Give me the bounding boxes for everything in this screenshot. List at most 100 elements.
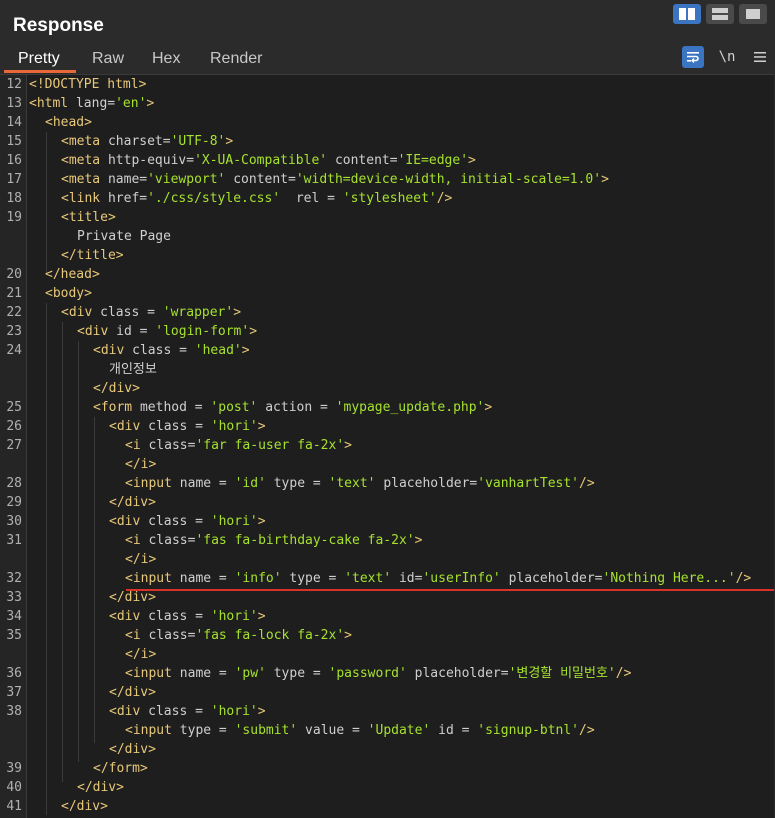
code-line: </i> — [0, 455, 774, 474]
code-line: 18 <link href='./css/style.css' rel = 'st… — [0, 189, 774, 208]
token-attr: method = — [139, 400, 211, 415]
response-header: Response Pretty Raw Hex Render \n — [0, 0, 775, 74]
word-wrap-icon[interactable] — [682, 46, 704, 68]
token-str: 'en' — [115, 96, 147, 111]
code-text: <i class='fas fa-birthday-cake fa-2x'> — [125, 531, 422, 550]
token-tag: /> — [579, 723, 595, 738]
line-number: 22 — [6, 305, 22, 320]
token-tag: <meta — [61, 134, 108, 149]
token-attr: class = — [132, 343, 195, 358]
token-attr: name = — [179, 476, 235, 491]
token-str: 'password' — [328, 666, 407, 681]
token-tag: </head> — [45, 267, 100, 282]
token-str: 'post' — [210, 400, 258, 415]
token-tag: <form — [93, 400, 140, 415]
line-number: 15 — [6, 134, 22, 149]
token-tag: > — [414, 533, 423, 548]
token-tag: </div> — [61, 799, 108, 814]
code-line: 34 <div class = 'hori'> — [0, 607, 774, 626]
token-attr: http-equiv= — [107, 153, 195, 168]
tab-render[interactable]: Render — [210, 48, 262, 72]
token-str: 'mypage_update.php' — [335, 400, 485, 415]
code-text: </head> — [45, 265, 100, 284]
tab-hex[interactable]: Hex — [152, 48, 180, 72]
line-number: 28 — [6, 476, 22, 491]
code-text: <meta name='viewport' content='width=dev… — [61, 170, 609, 189]
code-text: <i class='fas fa-lock fa-2x'> — [125, 626, 352, 645]
token-attr: placeholder= — [406, 666, 509, 681]
tab-pretty[interactable]: Pretty — [18, 48, 60, 72]
token-attr: id = — [116, 324, 156, 339]
token-str: 'UTF-8' — [170, 134, 226, 149]
line-number: 23 — [6, 324, 22, 339]
code-line: 17 <meta name='viewport' content='width=d… — [0, 170, 774, 189]
token-str: 'stylesheet' — [342, 191, 437, 206]
line-number: 33 — [6, 590, 22, 605]
hamburger-menu-icon[interactable] — [749, 46, 771, 68]
token-tag: > — [601, 172, 609, 187]
token-tag: <div — [109, 419, 149, 434]
code-text: <body> — [45, 284, 92, 303]
token-attr: href= — [107, 191, 148, 206]
active-tab-indicator — [4, 70, 76, 73]
token-tag: </div> — [93, 381, 140, 396]
code-line: 13 <html lang='en'> — [0, 94, 774, 113]
token-str: 'pw' — [234, 666, 266, 681]
line-number: 25 — [6, 400, 22, 415]
newline-toggle-button[interactable]: \n — [716, 46, 738, 68]
code-text: <meta charset='UTF-8'> — [61, 132, 233, 151]
token-tag: > — [146, 96, 155, 111]
code-editor[interactable]: 12 <!DOCTYPE html> 13 <html lang='en'> 14 <he… — [0, 74, 774, 818]
code-line: 25 <form method = 'post' action = 'mypage… — [0, 398, 774, 417]
token-attr: name= — [107, 172, 148, 187]
code-text: </title> — [61, 246, 124, 265]
tab-raw[interactable]: Raw — [92, 48, 124, 72]
single-view-icon[interactable] — [739, 4, 767, 24]
token-tag: <meta — [61, 153, 108, 168]
code-line: 31 <i class='fas fa-birthday-cake fa-2x'> — [0, 531, 774, 550]
code-line: 22 <div class = 'wrapper'> — [0, 303, 774, 322]
token-tag: </i> — [125, 552, 157, 567]
token-attr: class = — [148, 514, 211, 529]
code-line: 29 </div> — [0, 493, 774, 512]
line-number: 36 — [6, 666, 22, 681]
token-tag: </div> — [109, 685, 156, 700]
horizontal-view-icon[interactable] — [706, 4, 734, 24]
line-number: 16 — [6, 153, 22, 168]
token-tag: > — [249, 324, 258, 339]
token-tag: /> — [436, 191, 453, 206]
line-number: 21 — [6, 286, 22, 301]
code-text: <div id = 'login-form'> — [77, 322, 257, 341]
token-str: 'id' — [234, 476, 266, 491]
token-tag: <i — [125, 533, 149, 548]
split-view-icon[interactable] — [673, 4, 701, 24]
token-attr: placeholder= — [375, 476, 478, 491]
code-text: <i class='far fa-user fa-2x'> — [125, 436, 352, 455]
token-attr: name = — [179, 571, 235, 586]
code-line: 21 <body> — [0, 284, 774, 303]
code-line: </div> — [0, 740, 774, 759]
code-text: <head> — [45, 113, 92, 132]
line-number: 19 — [6, 210, 22, 225]
token-attr: type = — [281, 571, 345, 586]
token-str: 'signup-btnl' — [477, 723, 580, 738]
token-tag: <title> — [61, 210, 116, 225]
code-text: </i> — [125, 645, 156, 664]
token-tag: <div — [61, 305, 101, 320]
code-text: <input name = 'info' type = 'text' id='u… — [125, 569, 751, 588]
line-number: 29 — [6, 495, 22, 510]
token-tag: </div> — [77, 780, 124, 795]
code-line: 23 <div id = 'login-form'> — [0, 322, 774, 341]
token-tag: /> — [615, 666, 632, 681]
token-attr: class = — [100, 305, 163, 320]
line-number: 37 — [6, 685, 22, 700]
token-str: 'width=device-width, initial-scale=1.0' — [295, 172, 602, 187]
token-tag: > — [468, 153, 476, 168]
code-line: 28 <input name = 'id' type = 'text' place… — [0, 474, 774, 493]
code-text: </div> — [109, 683, 156, 702]
code-text: 개인정보 — [109, 360, 157, 379]
token-attr: lang= — [75, 96, 116, 111]
code-line: </title> — [0, 246, 774, 265]
token-tag: > — [344, 628, 352, 643]
token-tag: > — [257, 419, 266, 434]
